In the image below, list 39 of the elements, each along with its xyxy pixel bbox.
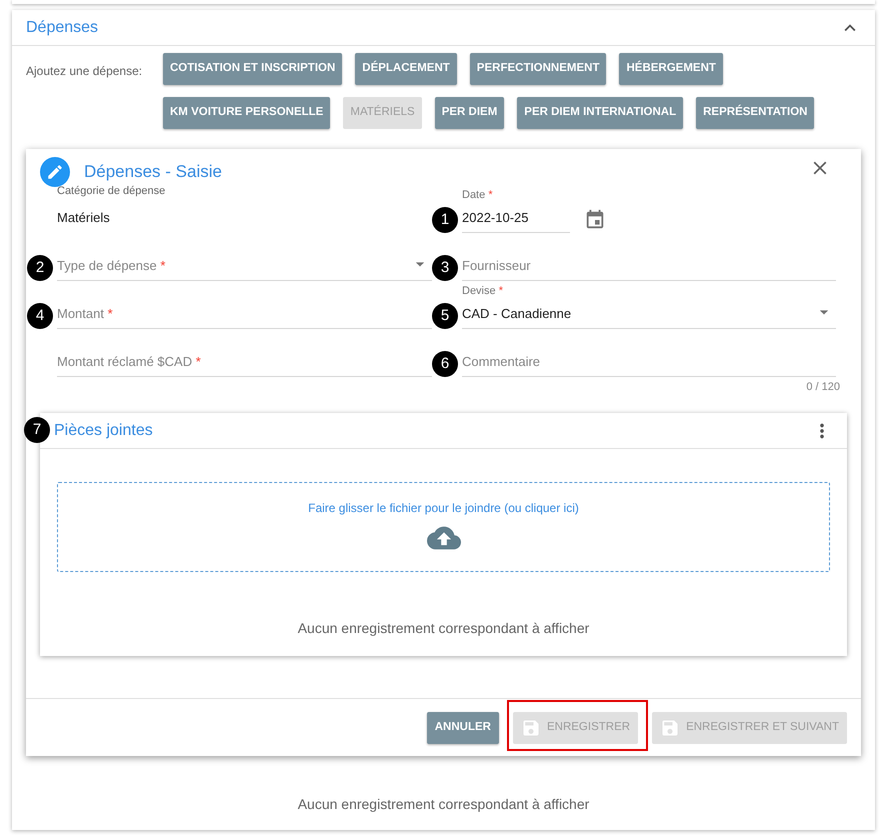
select-field[interactable]: Type de dépense * [57,256,432,281]
date-field[interactable]: 2022-10-25 [462,208,570,233]
empty-message: Aucun enregistrement correspondant à afficher [298,795,590,814]
category-button[interactable]: HÉBERGEMENT [619,53,723,85]
select-field[interactable]: CAD - Canadienne [462,304,836,329]
empty-message: Aucun enregistrement correspondant à afficher [298,619,590,638]
field-label: Catégorie de dépense [57,184,166,199]
character-counter: 0 / 120 [806,380,840,394]
number-marker: 7 [24,417,50,443]
pencil-icon [40,157,70,187]
category-button[interactable]: COTISATION ET INSCRIPTION [163,53,342,85]
category-button[interactable]: PER DIEM INTERNATIONAL [517,97,684,129]
section-title: Dépenses [26,18,98,38]
number-marker: 1 [432,207,458,233]
category-button[interactable]: PERFECTIONNEMENT [470,53,606,85]
category-button[interactable]: KM VOITURE PERSONELLE [163,97,330,129]
input-field[interactable]: Montant * [57,304,432,329]
calendar-icon[interactable] [584,209,606,232]
add-expense-label: Ajoutez une dépense: [26,63,144,80]
number-marker: 5 [432,303,458,329]
category-button[interactable]: REPRÉSENTATION [696,97,814,129]
input-field[interactable]: Fournisseur [462,256,836,281]
category-button[interactable]: PER DIEM [434,97,504,129]
category-button[interactable]: DÉPLACEMENT [355,53,457,85]
field-value: Matériels [57,208,111,226]
dialog-title: Dépenses - Saisie [84,161,222,184]
field-label: Devise * [462,284,504,299]
file-dropzone[interactable]: Faire glisser le fichier pour le joindre (ou cliquer ici) [57,482,830,572]
cancel-button[interactable]: ANNULER [426,712,499,744]
number-marker: 6 [432,351,458,377]
field-label: Date * [462,188,494,203]
number-marker: 4 [27,303,53,329]
input-field[interactable]: Commentaire [462,352,836,377]
input-field[interactable]: Montant réclamé $CAD * [57,352,432,377]
number-marker: 3 [432,255,458,281]
number-marker: 2 [27,255,53,281]
save-icon [660,718,680,738]
attachments-title: Pièces jointes [54,420,153,440]
save-icon [520,718,541,738]
